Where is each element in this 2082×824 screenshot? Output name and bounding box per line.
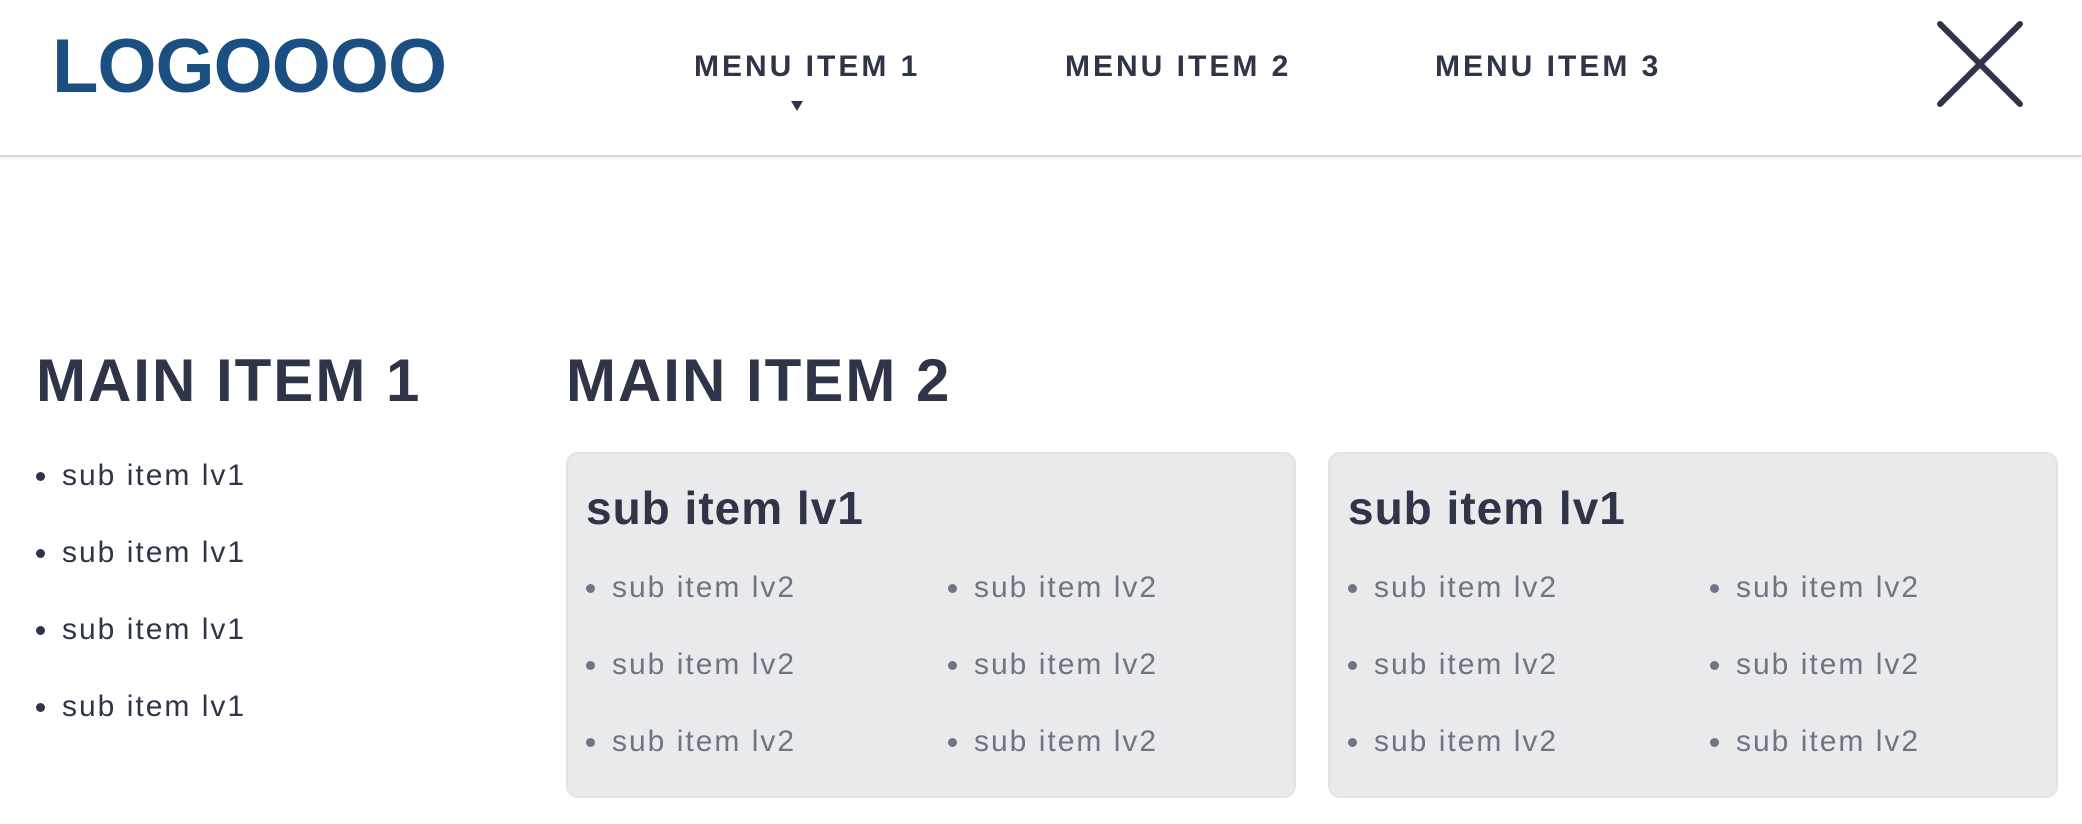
sub-item-lv2-grid: sub item lv2 sub item lv2 sub item lv2 s… — [1348, 568, 2048, 762]
sub-item-lv2-link[interactable]: sub item lv2 — [948, 568, 1286, 608]
sub-item-lv1-link[interactable]: sub item lv1 — [36, 610, 246, 687]
sub-item-lv2-link[interactable]: sub item lv2 — [1348, 645, 1710, 685]
card-title[interactable]: sub item lv1 — [586, 480, 864, 536]
sub-item-card: sub item lv1 sub item lv2 sub item lv2 s… — [1328, 452, 2058, 798]
sub-item-lv2-link[interactable]: sub item lv2 — [586, 645, 948, 685]
menu-item-1[interactable]: MENU ITEM 1 — [694, 48, 920, 86]
card-title[interactable]: sub item lv1 — [1348, 480, 1626, 536]
close-button[interactable] — [1928, 18, 2032, 114]
sub-item-lv2-link[interactable]: sub item lv2 — [1710, 645, 2048, 685]
sub-item-lv2-link[interactable]: sub item lv2 — [586, 568, 948, 608]
sub-item-lv2-link[interactable]: sub item lv2 — [1348, 568, 1710, 608]
menu-item-3[interactable]: MENU ITEM 3 — [1435, 48, 1661, 86]
sub-item-lv1-link[interactable]: sub item lv1 — [36, 456, 246, 533]
main-item-2-title: MAIN ITEM 2 — [566, 347, 952, 414]
sub-item-lv2-link[interactable]: sub item lv2 — [586, 722, 948, 762]
sub-item-lv2-link[interactable]: sub item lv2 — [948, 645, 1286, 685]
sub-item-lv2-link[interactable]: sub item lv2 — [1710, 722, 2048, 762]
menu-item-2[interactable]: MENU ITEM 2 — [1065, 48, 1291, 86]
sub-item-lv1-link[interactable]: sub item lv1 — [36, 533, 246, 610]
close-icon — [1937, 21, 2023, 107]
logo[interactable]: LOGOOOO — [52, 22, 447, 112]
sub-item-lv2-link[interactable]: sub item lv2 — [948, 722, 1286, 762]
sub-item-lv2-grid: sub item lv2 sub item lv2 sub item lv2 s… — [586, 568, 1286, 762]
sub-item-lv2-link[interactable]: sub item lv2 — [1348, 722, 1710, 762]
sub-item-card: sub item lv1 sub item lv2 sub item lv2 s… — [566, 452, 1296, 798]
sub-item-lv2-link[interactable]: sub item lv2 — [1710, 568, 2048, 608]
main-item-1-list: sub item lv1 sub item lv1 sub item lv1 s… — [36, 456, 246, 764]
sub-item-lv1-link[interactable]: sub item lv1 — [36, 687, 246, 764]
header-bar: LOGOOOO MENU ITEM 1 MENU ITEM 2 MENU ITE… — [0, 0, 2082, 157]
caret-down-icon — [791, 101, 803, 111]
main-item-1-title: MAIN ITEM 1 — [36, 347, 422, 414]
